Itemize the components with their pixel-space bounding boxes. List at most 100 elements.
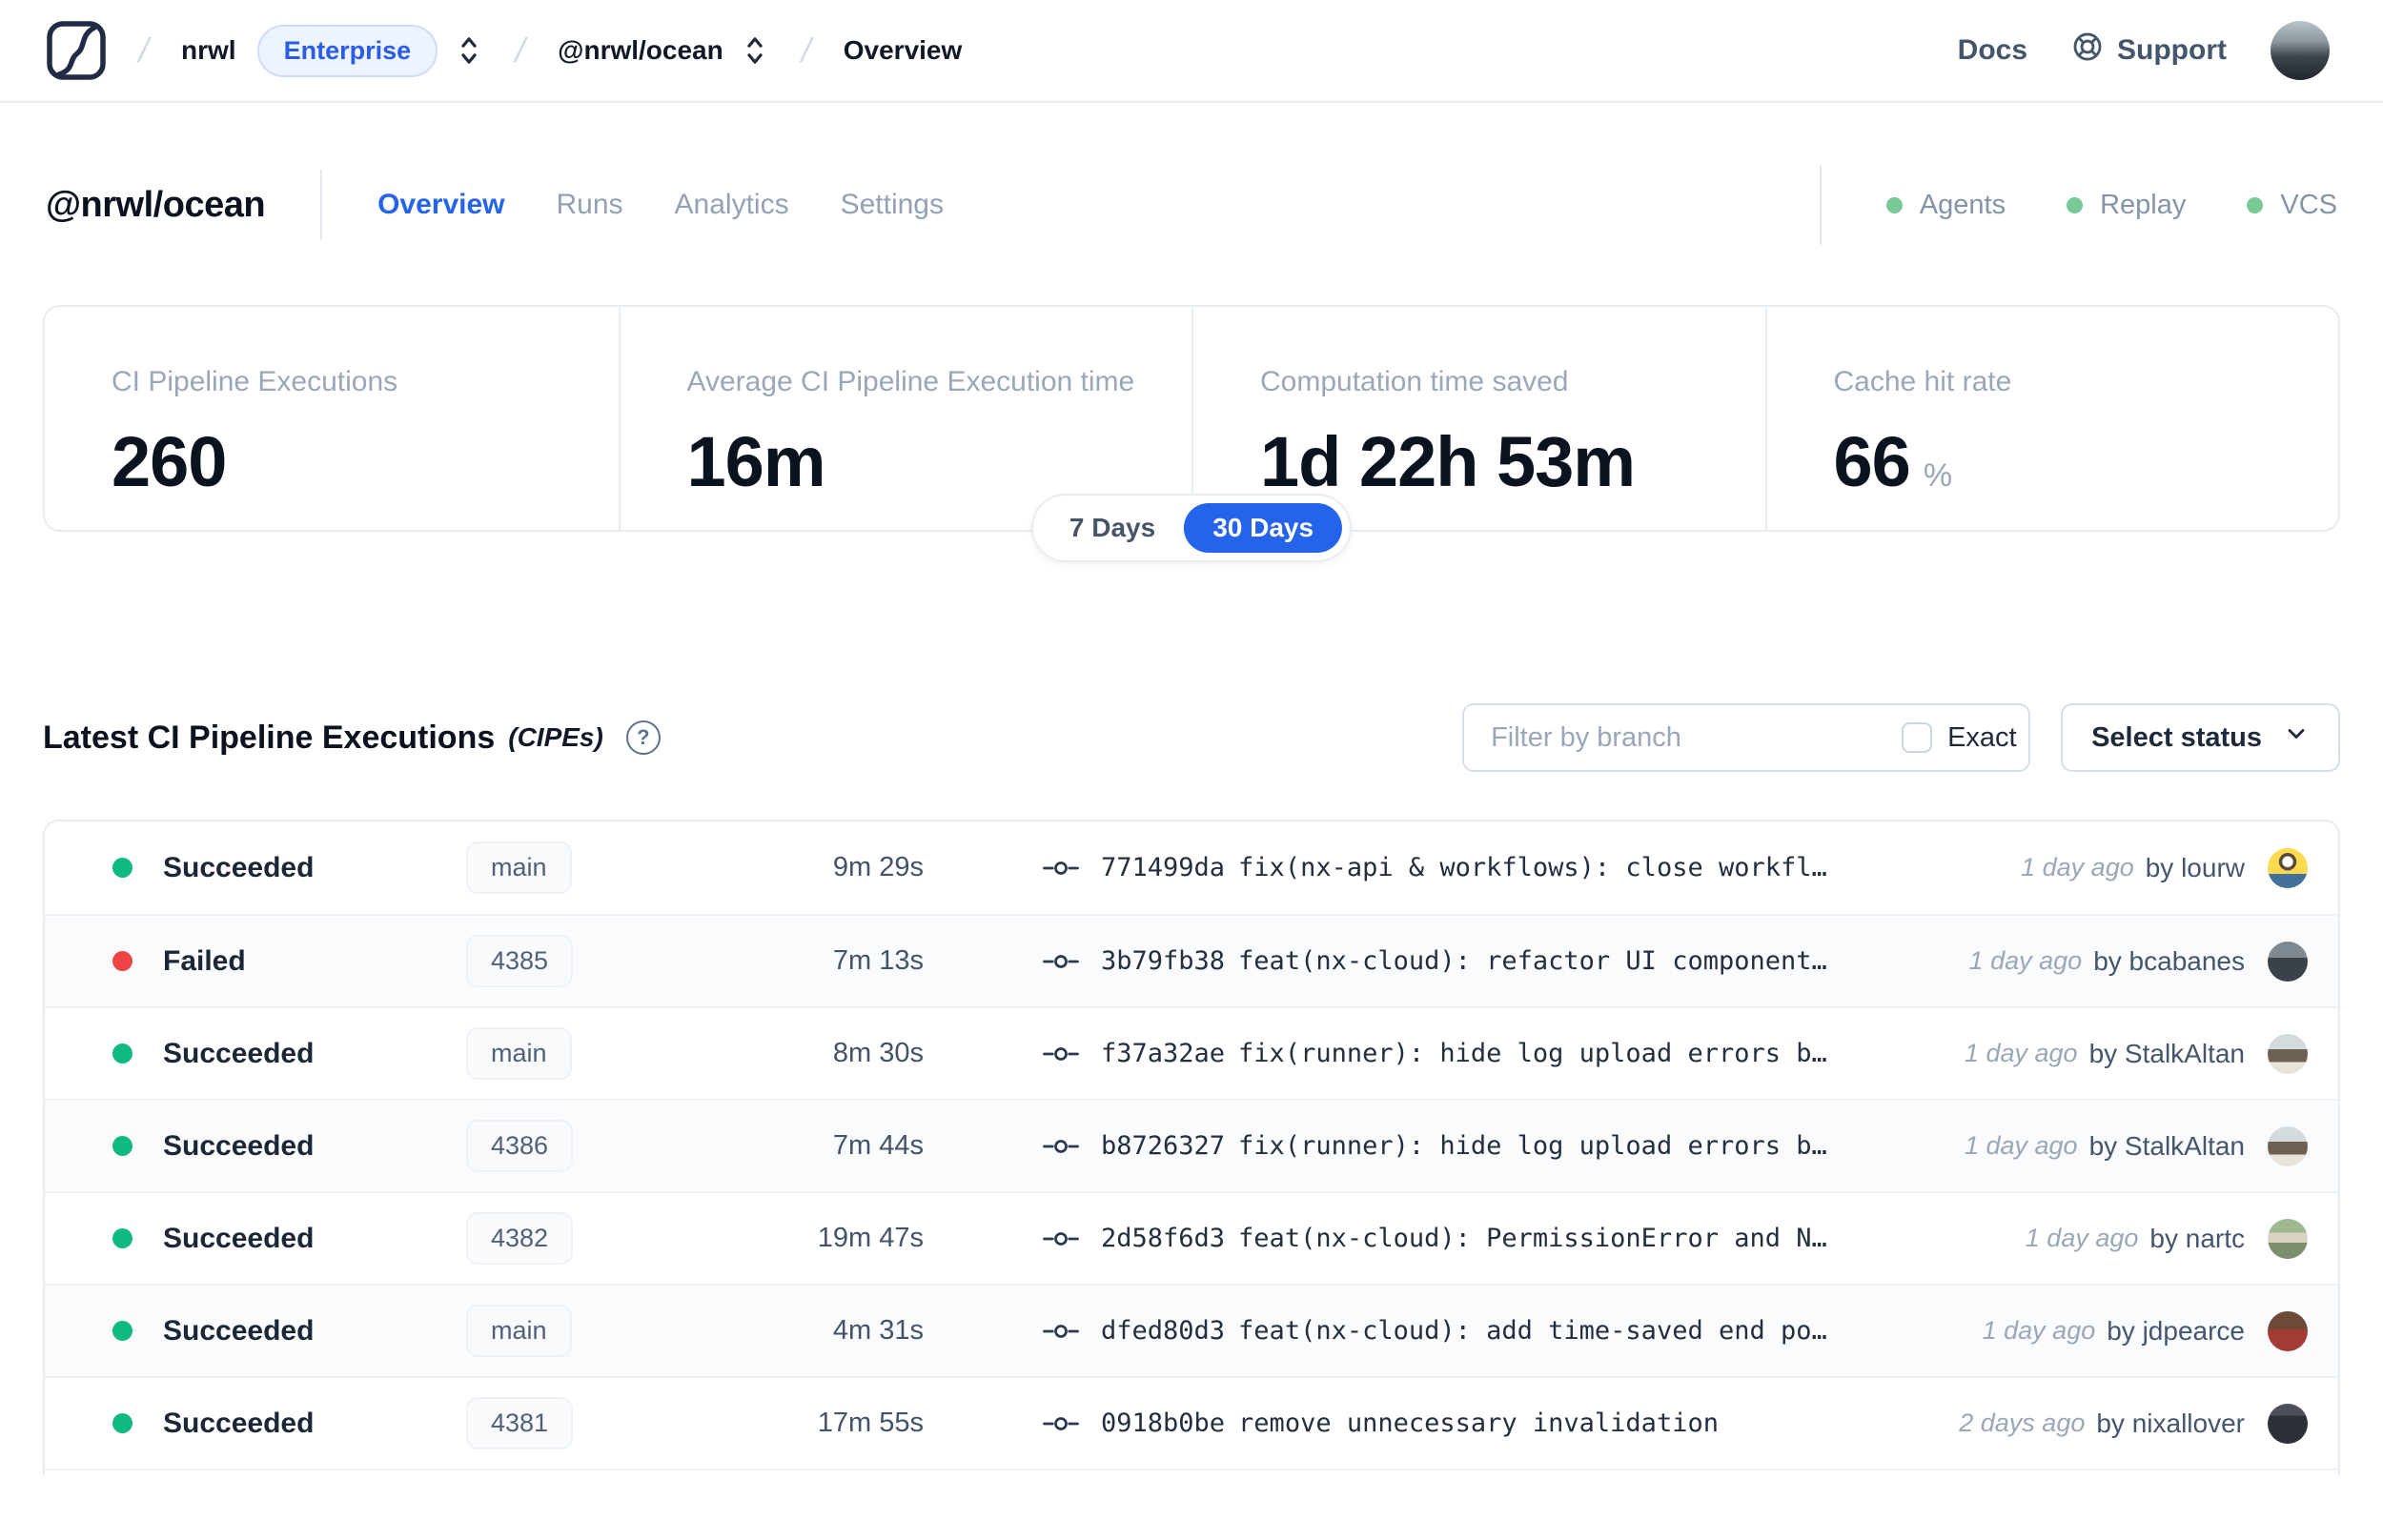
git-commit-icon <box>1040 1040 1082 1068</box>
author: by StalkAltan <box>2088 1038 2245 1068</box>
branch-badge[interactable]: main <box>466 1305 572 1357</box>
git-commit-icon <box>1040 854 1082 882</box>
table-row[interactable]: Succeeded main 4m 31s dfed80d3 feat(nx-cl… <box>45 1284 2338 1376</box>
range-7-days-button[interactable]: 7 Days <box>1041 503 1184 553</box>
branch-filter-group: Exact <box>1462 703 2031 772</box>
support-link[interactable]: Support <box>2071 30 2227 71</box>
tab-settings[interactable]: Settings <box>841 189 944 221</box>
status-dot-icon <box>1885 196 1903 213</box>
date-range-toggle: 7 Days 30 Days <box>1030 494 1353 562</box>
user-avatar[interactable] <box>2271 21 2330 80</box>
exact-match-toggle[interactable]: Exact <box>1877 705 2028 770</box>
duration: 17m 55s <box>817 1408 924 1438</box>
tab-analytics[interactable]: Analytics <box>675 189 789 221</box>
author-avatar[interactable] <box>2268 1403 2308 1444</box>
git-commit-icon <box>1040 947 1082 976</box>
table-row[interactable]: Succeeded 4382 19m 47s 2d58f6d3 feat(nx-c… <box>45 1191 2338 1284</box>
commit-hash[interactable]: 3b79fb38 <box>1101 946 1225 976</box>
status-label: Failed <box>163 944 246 977</box>
workspace-switcher-chevrons-icon[interactable] <box>741 34 769 67</box>
breadcrumb-page: Overview <box>843 35 963 65</box>
status-dot-icon <box>112 951 132 971</box>
chevron-down-icon <box>2283 720 2310 755</box>
status-dot-icon <box>112 1228 132 1248</box>
status-dot-icon <box>2067 196 2084 213</box>
exact-checkbox[interactable] <box>1902 722 1933 753</box>
git-commit-icon <box>1040 1132 1082 1161</box>
status-dot-icon <box>112 1321 132 1341</box>
commit-message: feat(nx-cloud): add time-saved end po… <box>1238 1316 1827 1346</box>
stat-card-cipe-count: CI Pipeline Executions 260 <box>112 366 398 501</box>
section-subtitle: (CIPEs) <box>508 722 603 752</box>
time-ago: 1 day ago <box>2025 1224 2139 1252</box>
table-row[interactable]: Succeeded main 8m 30s f37a32ae fix(runner… <box>45 1006 2338 1099</box>
breadcrumb-workspace[interactable]: @nrwl/ocean <box>558 35 723 66</box>
author: by nartc <box>2149 1223 2245 1253</box>
branch-badge[interactable]: 4385 <box>466 935 574 987</box>
next-row-edge <box>45 1469 2338 1476</box>
commit-message: feat(nx-cloud): refactor UI component… <box>1238 946 1827 976</box>
commit-hash[interactable]: 0918b0be <box>1101 1408 1225 1438</box>
breadcrumb-org[interactable]: nrwl <box>181 35 236 66</box>
author-avatar[interactable] <box>2268 847 2308 888</box>
workspace-header: @nrwl/ocean Overview Runs Analytics Sett… <box>0 162 2383 248</box>
range-30-days-button[interactable]: 30 Days <box>1184 503 1343 553</box>
time-ago: 1 day ago <box>1968 946 2083 975</box>
service-agents[interactable]: Agents <box>1885 190 2006 221</box>
time-ago: 1 day ago <box>2021 853 2134 881</box>
commit-hash[interactable]: 771499da <box>1101 853 1225 882</box>
duration: 19m 47s <box>817 1223 924 1253</box>
time-ago: 1 day ago <box>1964 1131 2078 1160</box>
commit-hash[interactable]: f37a32ae <box>1101 1039 1225 1068</box>
author-avatar[interactable] <box>2268 1310 2308 1351</box>
author-avatar[interactable] <box>2268 1033 2308 1074</box>
nx-cloud-logo-icon[interactable] <box>46 20 107 81</box>
table-row[interactable]: Succeeded 4381 17m 55s 0918b0be remove un… <box>45 1376 2338 1469</box>
author: by StalkAltan <box>2088 1130 2245 1161</box>
workspace-tabs: Overview Runs Analytics Settings <box>377 189 944 221</box>
time-ago: 1 day ago <box>1982 1316 2096 1345</box>
service-replay[interactable]: Replay <box>2067 190 2186 221</box>
service-vcs[interactable]: VCS <box>2247 190 2337 221</box>
lifebuoy-icon <box>2071 30 2104 71</box>
top-bar: / nrwl Enterprise / @nrwl/ocean / Overvi… <box>0 0 2383 103</box>
branch-badge[interactable]: main <box>466 1027 572 1080</box>
tab-overview[interactable]: Overview <box>377 189 504 221</box>
author-avatar[interactable] <box>2268 1218 2308 1259</box>
status-label: Succeeded <box>163 851 315 883</box>
commit-hash[interactable]: dfed80d3 <box>1101 1316 1225 1346</box>
tab-runs[interactable]: Runs <box>556 189 622 221</box>
author: by lourw <box>2145 852 2245 882</box>
branch-badge[interactable]: 4386 <box>466 1120 574 1172</box>
table-row[interactable]: Failed 4385 7m 13s 3b79fb38 feat(nx-cloud… <box>45 914 2338 1006</box>
author-avatar[interactable] <box>2268 941 2308 982</box>
org-switcher-chevrons-icon[interactable] <box>455 34 483 67</box>
docs-link[interactable]: Docs <box>1958 34 2027 67</box>
duration: 4m 31s <box>832 1315 924 1346</box>
commit-hash[interactable]: 2d58f6d3 <box>1101 1224 1225 1253</box>
status-dot-icon <box>112 858 132 878</box>
breadcrumb-separator: / <box>797 30 816 70</box>
time-ago: 1 day ago <box>1964 1039 2078 1067</box>
status-dot-icon <box>112 1044 132 1064</box>
author: by bcabanes <box>2093 945 2245 976</box>
commit-hash[interactable]: b8726327 <box>1101 1131 1225 1161</box>
breadcrumb-separator: / <box>511 30 530 70</box>
table-row[interactable]: Succeeded 4386 7m 44s b8726327 fix(runner… <box>45 1099 2338 1191</box>
branch-badge[interactable]: 4382 <box>466 1212 574 1265</box>
branch-filter-input[interactable] <box>1464 705 1878 770</box>
branch-badge[interactable]: 4381 <box>466 1397 574 1449</box>
help-icon[interactable]: ? <box>625 720 661 755</box>
status-select-dropdown[interactable]: Select status <box>2061 703 2340 772</box>
git-commit-icon <box>1040 1317 1082 1346</box>
author-avatar[interactable] <box>2268 1125 2308 1166</box>
breadcrumb-separator: / <box>134 30 153 70</box>
plan-badge: Enterprise <box>256 24 438 77</box>
duration: 9m 29s <box>832 852 924 882</box>
table-row[interactable]: Succeeded main 9m 29s 771499da fix(nx-api… <box>45 821 2338 914</box>
branch-badge[interactable]: main <box>466 841 572 894</box>
status-dot-icon <box>112 1136 132 1156</box>
status-label: Succeeded <box>163 1037 315 1069</box>
stat-cards: CI Pipeline Executions 260 Average CI Pi… <box>43 305 2340 562</box>
status-dot-icon <box>2247 196 2264 213</box>
